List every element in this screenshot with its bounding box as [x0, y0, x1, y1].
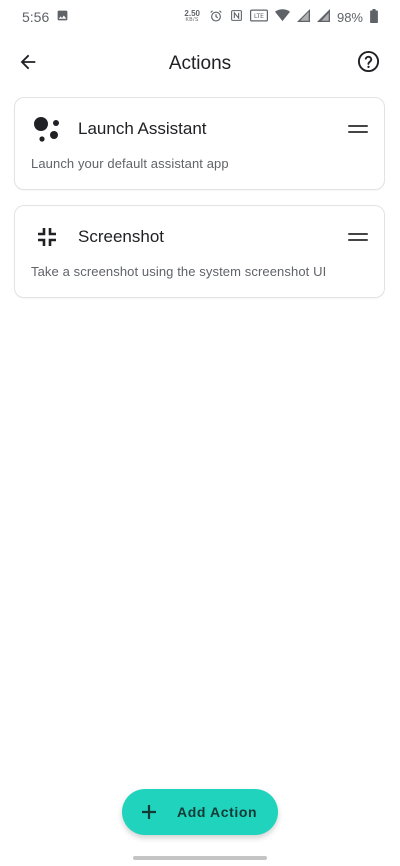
signal-icon	[296, 9, 310, 25]
signal-icon	[316, 9, 330, 25]
status-left: 5:56	[22, 9, 69, 25]
status-time: 5:56	[22, 9, 50, 25]
status-right: 2.50 KB/S LTE 98%	[184, 8, 378, 26]
action-card-header: Launch Assistant	[31, 112, 368, 146]
net-speed-value: 2.50	[184, 9, 200, 18]
net-speed: 2.50 KB/S	[184, 10, 200, 24]
alarm-icon	[209, 9, 223, 26]
status-bar: 5:56 2.50 KB/S LTE 98%	[0, 0, 400, 34]
action-title: Screenshot	[78, 227, 164, 246]
svg-text:LTE: LTE	[254, 13, 264, 20]
action-card-screenshot[interactable]: Screenshot Take a screenshot using the s…	[14, 205, 385, 298]
add-action-button[interactable]: Add Action	[122, 789, 278, 835]
action-card-launch-assistant[interactable]: Launch Assistant Launch your default ass…	[14, 97, 385, 190]
action-card-header: Screenshot	[31, 220, 368, 254]
action-title: Launch Assistant	[78, 119, 207, 138]
app-bar: Actions	[0, 40, 400, 88]
battery-icon	[370, 8, 378, 26]
net-speed-unit: KB/S	[185, 17, 199, 23]
nfc-icon	[230, 9, 243, 25]
assistant-icon	[31, 113, 63, 145]
screenshot-icon	[31, 221, 63, 253]
action-description: Take a screenshot using the system scree…	[31, 264, 327, 279]
plus-icon	[139, 802, 159, 822]
wifi-icon	[274, 9, 290, 25]
help-circle-icon	[357, 50, 380, 78]
battery-percent: 98%	[336, 9, 363, 25]
drag-handle-icon[interactable]	[348, 227, 368, 247]
drag-handle-icon[interactable]	[348, 119, 368, 139]
volte-icon: LTE	[249, 9, 268, 25]
back-button[interactable]	[14, 50, 42, 78]
add-action-label: Add Action	[177, 804, 258, 820]
screen: 5:56 2.50 KB/S LTE 98% Actions Launch As…	[0, 0, 400, 866]
gesture-bar[interactable]	[133, 856, 267, 860]
back-arrow-icon	[17, 51, 39, 78]
help-button[interactable]	[354, 50, 382, 78]
action-description: Launch your default assistant app	[31, 156, 229, 171]
page-title: Actions	[168, 53, 232, 74]
image-icon	[56, 9, 69, 25]
